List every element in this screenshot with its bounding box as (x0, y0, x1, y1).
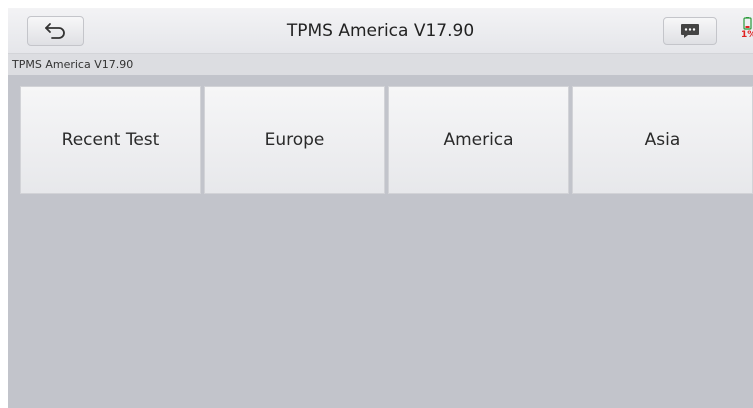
app-window: TPMS America V17.90 1% TPMS America V17.… (8, 8, 753, 408)
page-title: TPMS America V17.90 (286, 21, 475, 41)
tile-europe[interactable]: Europe (204, 86, 385, 194)
chat-bubble-icon (681, 24, 699, 38)
message-button[interactable] (663, 17, 717, 45)
tile-america[interactable]: America (388, 86, 569, 194)
tile-recent-test[interactable]: Recent Test (20, 86, 201, 194)
region-menu: Recent Test Europe America Asia (20, 86, 753, 194)
battery-percent: 1% (741, 30, 753, 40)
title-bar: TPMS America V17.90 1% (8, 8, 753, 54)
breadcrumb: TPMS America V17.90 (8, 54, 753, 75)
tile-asia[interactable]: Asia (572, 86, 753, 194)
